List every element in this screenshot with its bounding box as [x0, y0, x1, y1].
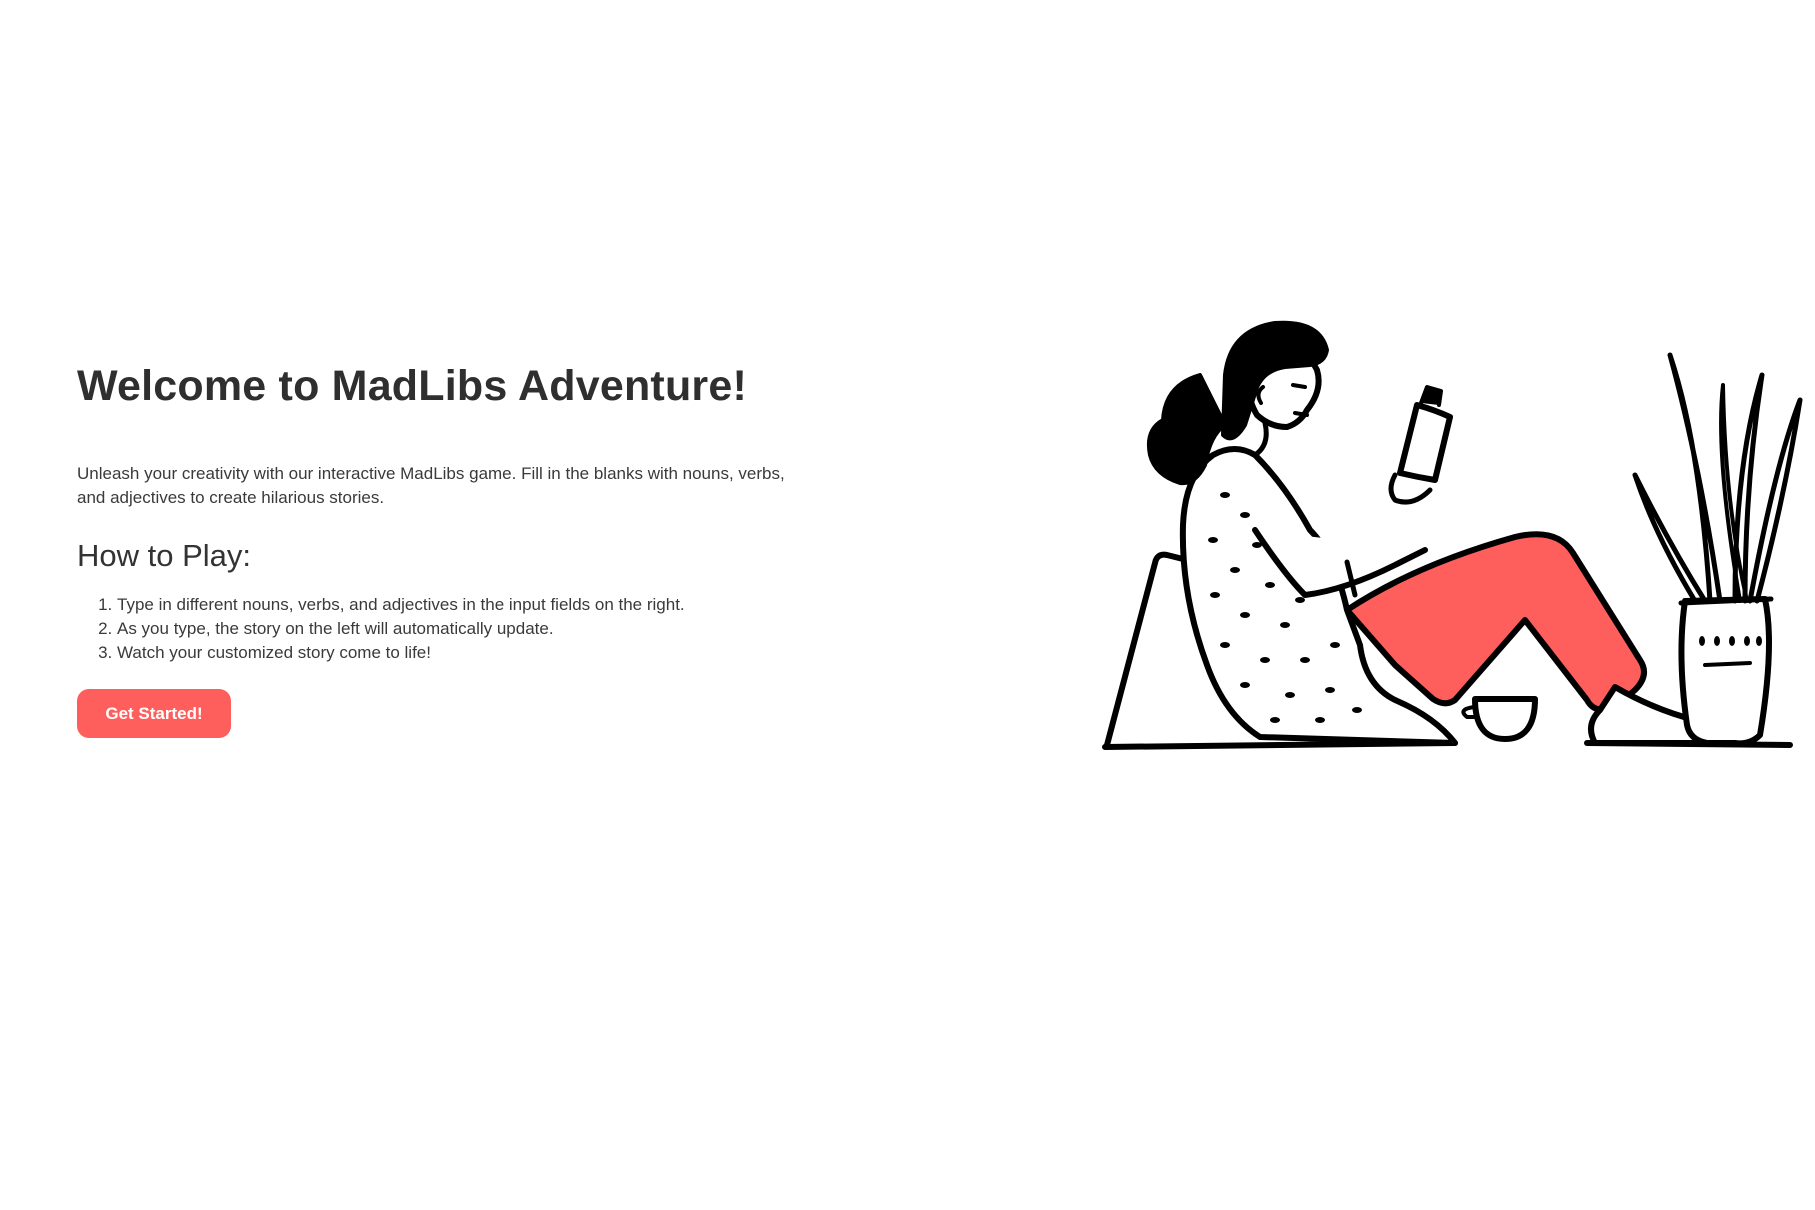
book-top	[1419, 385, 1443, 407]
hero-text: Welcome to MadLibs Adventure! Unleash yo…	[77, 360, 797, 738]
mouth-line	[1293, 411, 1309, 417]
hero-section: Welcome to MadLibs Adventure! Unleash yo…	[0, 0, 1815, 1210]
book-shape	[1397, 402, 1453, 483]
page-title: Welcome to MadLibs Adventure!	[77, 362, 747, 410]
woman-reading-illustration	[1095, 315, 1805, 755]
step-item: Watch your customized story come to life…	[117, 641, 797, 665]
how-to-play-heading: How to Play:	[77, 538, 252, 573]
plant-leaf-2	[1667, 352, 1723, 604]
intro-paragraph: Unleash your creativity with our interac…	[77, 464, 785, 507]
plant-leaf-4	[1747, 397, 1803, 604]
pot-line	[1703, 661, 1752, 667]
illustration-svg	[1102, 320, 1803, 750]
steps-list: Type in different nouns, verbs, and adje…	[77, 593, 797, 665]
step-item: Type in different nouns, verbs, and adje…	[117, 593, 797, 617]
get-started-button[interactable]: Get Started!	[77, 689, 231, 738]
plant-leaf-1	[1632, 472, 1708, 604]
pot-shape	[1678, 596, 1772, 747]
step-item: As you type, the story on the left will …	[117, 617, 797, 641]
cup-shape	[1472, 696, 1538, 742]
neck-shape	[1252, 420, 1269, 458]
eye-line	[1291, 383, 1307, 389]
